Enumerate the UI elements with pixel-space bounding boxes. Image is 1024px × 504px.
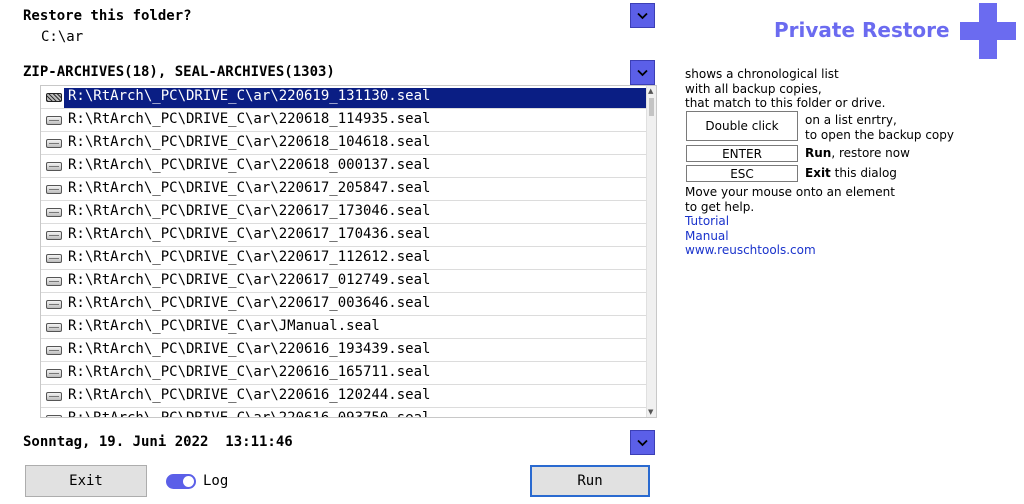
list-item-path: R:\RtArch\_PC\DRIVE_C\ar\220619_131130.s… xyxy=(64,88,646,108)
toggle-knob xyxy=(183,476,194,487)
archive-list[interactable]: R:\RtArch\_PC\DRIVE_C\ar\220619_131130.s… xyxy=(40,85,657,418)
drive-icon xyxy=(46,162,62,171)
list-item-path: R:\RtArch\_PC\DRIVE_C\ar\220617_003646.s… xyxy=(68,295,431,311)
drive-icon xyxy=(46,415,62,417)
scroll-up-arrow-icon[interactable]: ▲ xyxy=(648,87,653,95)
chevron-down-icon xyxy=(637,69,648,76)
drive-icon xyxy=(46,392,62,401)
drive-icon xyxy=(46,254,62,263)
list-scrollbar[interactable]: ▲ ▼ xyxy=(646,86,656,417)
list-item-path: R:\RtArch\_PC\DRIVE_C\ar\220616_165711.s… xyxy=(68,364,431,380)
drive-icon xyxy=(46,346,62,355)
drive-icon xyxy=(46,369,62,378)
folder-prompt-label: Restore this folder? xyxy=(23,8,192,24)
list-item[interactable]: R:\RtArch\_PC\DRIVE_C\ar\JManual.seal xyxy=(41,316,647,339)
esc-description: Exit this dialog xyxy=(805,166,897,181)
log-label: Log xyxy=(203,473,229,489)
list-item[interactable]: R:\RtArch\_PC\DRIVE_C\ar\220619_131130.s… xyxy=(41,86,647,109)
drive-icon xyxy=(46,116,62,125)
help-intro-line: that match to this folder or drive. xyxy=(685,96,886,110)
list-item[interactable]: R:\RtArch\_PC\DRIVE_C\ar\220618_114935.s… xyxy=(41,109,647,132)
scrollbar-thumb[interactable] xyxy=(649,98,654,116)
exit-button[interactable]: Exit xyxy=(25,465,147,497)
list-item-path: R:\RtArch\_PC\DRIVE_C\ar\220617_173046.s… xyxy=(68,203,431,219)
drive-icon xyxy=(46,139,62,148)
date-time-label: Sonntag, 19. Juni 2022 13:11:46 xyxy=(23,434,293,450)
folder-path: C:\ar xyxy=(41,29,84,45)
list-item[interactable]: R:\RtArch\_PC\DRIVE_C\ar\220616_120244.s… xyxy=(41,385,647,408)
enter-desc-bold: Run xyxy=(805,146,832,160)
log-toggle[interactable] xyxy=(166,474,196,489)
archives-header-label: ZIP-ARCHIVES(18), SEAL-ARCHIVES(1303) xyxy=(23,64,335,80)
list-item-path: R:\RtArch\_PC\DRIVE_C\ar\220617_170436.s… xyxy=(68,226,431,242)
help-hint-line: Move your mouse onto an element xyxy=(685,185,895,199)
drive-icon xyxy=(46,208,62,217)
help-intro-line: shows a chronological list xyxy=(685,67,839,81)
double-click-description: on a list enrtry, to open the backup cop… xyxy=(805,113,954,142)
list-item-path: R:\RtArch\_PC\DRIVE_C\ar\220616_120244.s… xyxy=(68,387,431,403)
list-item[interactable]: R:\RtArch\_PC\DRIVE_C\ar\220616_165711.s… xyxy=(41,362,647,385)
drive-icon xyxy=(46,93,62,102)
list-item-path: R:\RtArch\_PC\DRIVE_C\ar\JManual.seal xyxy=(68,318,380,334)
double-click-key: Double click xyxy=(686,111,798,141)
date-dropdown-button[interactable] xyxy=(630,430,655,455)
folder-dropdown-button[interactable] xyxy=(630,3,655,28)
list-item[interactable]: R:\RtArch\_PC\DRIVE_C\ar\220617_012749.s… xyxy=(41,270,647,293)
website-link[interactable]: www.reuschtools.com xyxy=(685,243,895,258)
drive-icon xyxy=(46,300,62,309)
list-item[interactable]: R:\RtArch\_PC\DRIVE_C\ar\220618_000137.s… xyxy=(41,155,647,178)
chevron-down-icon xyxy=(637,439,648,446)
list-item-path: R:\RtArch\_PC\DRIVE_C\ar\220617_112612.s… xyxy=(68,249,431,265)
esc-key: ESC xyxy=(686,165,798,182)
drive-icon xyxy=(46,323,62,332)
list-item[interactable]: R:\RtArch\_PC\DRIVE_C\ar\220616_093750.s… xyxy=(41,408,647,418)
esc-desc-bold: Exit xyxy=(805,166,831,180)
scroll-down-arrow-icon[interactable]: ▼ xyxy=(648,408,653,416)
list-item-path: R:\RtArch\_PC\DRIVE_C\ar\220617_012749.s… xyxy=(68,272,431,288)
plus-logo-icon xyxy=(960,3,1016,59)
list-item[interactable]: R:\RtArch\_PC\DRIVE_C\ar\220617_112612.s… xyxy=(41,247,647,270)
list-item-path: R:\RtArch\_PC\DRIVE_C\ar\220618_000137.s… xyxy=(68,157,431,173)
list-item[interactable]: R:\RtArch\_PC\DRIVE_C\ar\220617_173046.s… xyxy=(41,201,647,224)
double-click-desc-line: on a list enrtry, xyxy=(805,113,897,127)
help-intro-line: with all backup copies, xyxy=(685,81,822,96)
list-item[interactable]: R:\RtArch\_PC\DRIVE_C\ar\220617_205847.s… xyxy=(41,178,647,201)
enter-description: Run, restore now xyxy=(805,146,910,161)
drive-icon xyxy=(46,277,62,286)
help-intro: shows a chronological list with all back… xyxy=(685,67,885,111)
help-hint: Move your mouse onto an element to get h… xyxy=(685,185,895,258)
tutorial-link[interactable]: Tutorial xyxy=(685,214,895,229)
list-item-path: R:\RtArch\_PC\DRIVE_C\ar\220616_193439.s… xyxy=(68,341,431,357)
list-item[interactable]: R:\RtArch\_PC\DRIVE_C\ar\220616_193439.s… xyxy=(41,339,647,362)
list-item[interactable]: R:\RtArch\_PC\DRIVE_C\ar\220618_104618.s… xyxy=(41,132,647,155)
app-title: Private Restore xyxy=(774,18,950,42)
list-item-path: R:\RtArch\_PC\DRIVE_C\ar\220618_104618.s… xyxy=(68,134,431,150)
drive-icon xyxy=(46,185,62,194)
help-hint-line: to get help. xyxy=(685,199,755,214)
list-item[interactable]: R:\RtArch\_PC\DRIVE_C\ar\220617_003646.s… xyxy=(41,293,647,316)
archives-dropdown-button[interactable] xyxy=(630,60,655,85)
enter-key: ENTER xyxy=(686,145,798,162)
manual-link[interactable]: Manual xyxy=(685,229,895,244)
list-item-path: R:\RtArch\_PC\DRIVE_C\ar\220618_114935.s… xyxy=(68,111,431,127)
drive-icon xyxy=(46,231,62,240)
list-item-path: R:\RtArch\_PC\DRIVE_C\ar\220617_205847.s… xyxy=(68,180,431,196)
list-item[interactable]: R:\RtArch\_PC\DRIVE_C\ar\220617_170436.s… xyxy=(41,224,647,247)
double-click-desc-line: to open the backup copy xyxy=(805,127,954,142)
run-button[interactable]: Run xyxy=(530,465,650,497)
chevron-down-icon xyxy=(637,12,648,19)
enter-desc-rest: , restore now xyxy=(831,146,910,160)
esc-desc-rest: this dialog xyxy=(830,166,897,180)
list-item-path: R:\RtArch\_PC\DRIVE_C\ar\220616_093750.s… xyxy=(68,410,431,418)
